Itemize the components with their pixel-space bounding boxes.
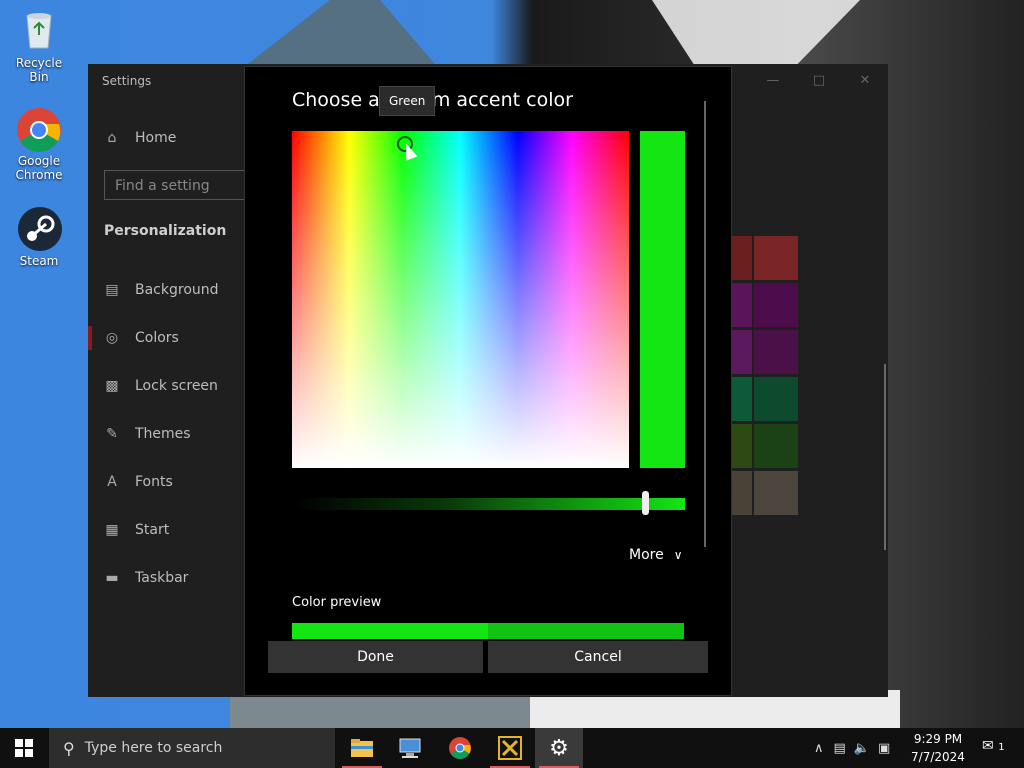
color-preview: [292, 623, 684, 639]
minimize-button[interactable]: —: [750, 64, 796, 96]
color-swatch[interactable]: [732, 236, 752, 280]
desktop-icon-label: Steam: [19, 254, 59, 268]
color-preview-label: Color preview: [292, 595, 382, 610]
preview-light: [292, 623, 488, 639]
cancel-button[interactable]: Cancel: [488, 641, 708, 673]
nav-taskbar[interactable]: ▬ Taskbar: [104, 566, 188, 590]
nav-start[interactable]: ▦ Start: [104, 518, 169, 542]
nav-label: Background: [135, 282, 219, 298]
done-button[interactable]: Done: [268, 641, 483, 673]
maximize-button[interactable]: □: [796, 64, 842, 96]
app-icon: [498, 736, 522, 760]
home-icon: ⌂: [107, 130, 117, 146]
notification-icon: ✉: [982, 738, 994, 754]
fonts-icon: A: [107, 474, 117, 490]
folder-icon: [351, 739, 373, 757]
settings-scrollbar[interactable]: [884, 364, 886, 550]
window-title: Settings: [102, 74, 152, 88]
color-swatch[interactable]: [732, 424, 752, 468]
search-icon: ⚲: [63, 738, 75, 758]
color-swatch[interactable]: [732, 471, 752, 515]
section-heading: Personalization: [104, 223, 227, 239]
desktop-icon-label: Google Chrome: [15, 154, 63, 182]
taskbar-icon: ▬: [105, 570, 119, 586]
windows-logo-icon: [15, 739, 33, 757]
brightness-slider[interactable]: [292, 498, 685, 510]
taskbar-clock[interactable]: 9:29 PM 7/7/2024: [902, 730, 974, 766]
lock-screen-icon: ▩: [105, 378, 119, 394]
palette-icon: ◎: [105, 330, 119, 346]
color-swatch[interactable]: [754, 471, 798, 515]
show-hidden-icons-chevron-icon[interactable]: ∧: [814, 741, 824, 756]
chrome-icon: [449, 737, 471, 759]
nav-background[interactable]: ▤ Background: [104, 278, 219, 302]
find-setting-input[interactable]: Find a setting: [104, 170, 254, 200]
clock-date: 7/7/2024: [911, 750, 965, 764]
custom-accent-color-dialog: Choose am accent color Green More ∨ Colo…: [244, 66, 732, 696]
dialog-scrollbar[interactable]: [704, 101, 706, 547]
color-name-tooltip: Green: [379, 86, 436, 116]
taskbar-chrome[interactable]: [436, 728, 484, 768]
color-swatch[interactable]: [732, 330, 752, 374]
color-swatch[interactable]: [754, 377, 798, 421]
more-button[interactable]: More ∨: [629, 547, 683, 563]
color-swatch[interactable]: [732, 377, 752, 421]
color-swatch[interactable]: [754, 330, 798, 374]
nav-colors[interactable]: ◎ Colors: [104, 326, 179, 350]
notification-center-button[interactable]: ✉ 1: [982, 738, 1005, 754]
color-swatch[interactable]: [754, 424, 798, 468]
volume-muted-icon[interactable]: 🔈: [854, 741, 870, 756]
chrome-icon: [17, 106, 61, 152]
start-icon: ▦: [105, 522, 119, 538]
desktop-icon-steam[interactable]: Steam: [6, 206, 72, 268]
nav-label: Themes: [135, 426, 191, 442]
taskbar-file-explorer[interactable]: [338, 728, 386, 768]
active-indicator: [88, 326, 92, 350]
window-controls: — □ ✕: [750, 64, 888, 96]
network-icon[interactable]: ▤: [834, 741, 846, 756]
nav-fonts[interactable]: A Fonts: [104, 470, 173, 494]
recycle-bin-icon: [17, 8, 61, 52]
clock-time: 9:29 PM: [913, 732, 963, 746]
remote-desktop-icon: [399, 738, 421, 758]
nav-lock-screen[interactable]: ▩ Lock screen: [104, 374, 218, 398]
preview-dark: [488, 623, 684, 639]
notification-count: 1: [998, 742, 1005, 753]
image-icon: ▤: [105, 282, 119, 298]
brightness-slider-thumb[interactable]: [642, 491, 649, 515]
color-swatch[interactable]: [754, 236, 798, 280]
taskbar-app-yellow[interactable]: [486, 728, 534, 768]
close-button[interactable]: ✕: [842, 64, 888, 96]
gear-icon: ⚙: [549, 735, 569, 761]
search-placeholder: Type here to search: [84, 740, 223, 756]
nav-label: Lock screen: [135, 378, 218, 394]
taskbar-settings[interactable]: ⚙: [535, 728, 583, 768]
desktop-icon-google-chrome[interactable]: Google Chrome: [6, 106, 72, 182]
nav-label: Taskbar: [135, 570, 189, 586]
chevron-down-icon: ∨: [673, 548, 683, 562]
nav-label: Home: [135, 130, 177, 146]
nav-themes[interactable]: ✎ Themes: [104, 422, 191, 446]
system-tray: ∧ ▤ 🔈 ▣: [814, 728, 890, 768]
themes-icon: ✎: [106, 426, 118, 442]
more-label: More: [629, 547, 664, 563]
taskbar: ⚲ Type here to search ⚙ ∧ ▤ 🔈 ▣ 9:29 PM …: [0, 728, 1024, 768]
color-swatch[interactable]: [732, 283, 752, 327]
desktop-icon-label: Recycle Bin: [15, 56, 63, 84]
nav-label: Fonts: [135, 474, 173, 490]
taskbar-remote-desktop[interactable]: [386, 728, 434, 768]
display-icon[interactable]: ▣: [878, 741, 890, 756]
nav-label: Colors: [135, 330, 179, 346]
color-swatch[interactable]: [754, 283, 798, 327]
color-spectrum-picker[interactable]: [292, 131, 629, 468]
nav-home[interactable]: ⌂ Home: [104, 126, 177, 150]
nav-label: Start: [135, 522, 170, 538]
start-button[interactable]: [0, 728, 48, 768]
selected-color-swatch: [640, 131, 685, 468]
taskbar-search-box[interactable]: ⚲ Type here to search: [49, 728, 335, 768]
steam-icon: [17, 206, 62, 251]
desktop-icon-recycle-bin[interactable]: Recycle Bin: [6, 8, 72, 84]
